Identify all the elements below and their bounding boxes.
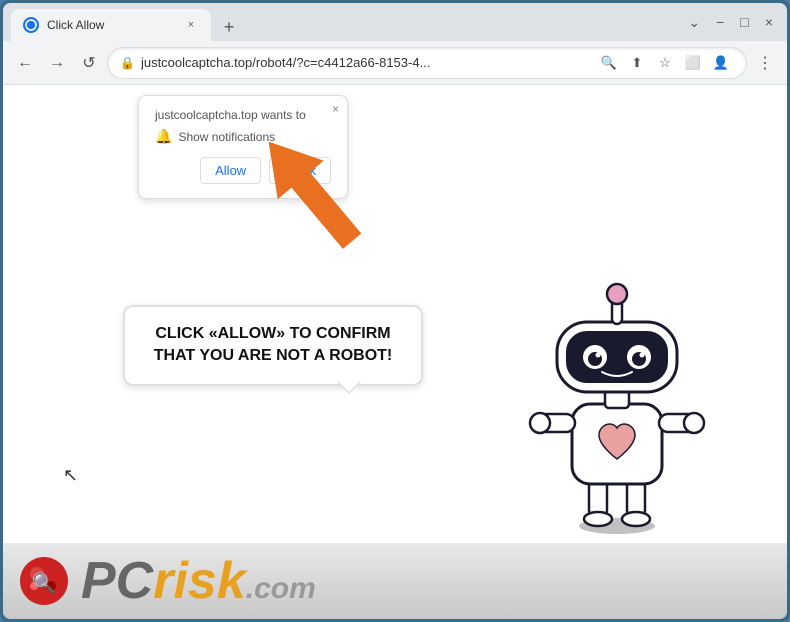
- more-options-button[interactable]: ⋮: [751, 49, 779, 77]
- tab-title: Click Allow: [47, 18, 175, 32]
- window-controls: ⌄ − □ ×: [682, 12, 779, 33]
- browser-window: Click Allow × + ⌄ − □ × ← → ↺ 🔒 justcool…: [3, 3, 787, 619]
- robot-illustration: [527, 274, 707, 539]
- lock-icon: 🔒: [120, 56, 135, 70]
- active-tab[interactable]: Click Allow ×: [11, 9, 211, 41]
- tab-favicon: [23, 17, 39, 33]
- popup-site-text: justcoolcaptcha.top wants to: [155, 108, 331, 122]
- close-button[interactable]: ×: [759, 12, 779, 32]
- mouse-cursor: ↖: [63, 465, 78, 486]
- pcrisk-dotcom-text: .com: [246, 572, 316, 606]
- tab-close-button[interactable]: ×: [183, 17, 199, 33]
- bookmark-icon[interactable]: ☆: [652, 50, 678, 76]
- search-icon[interactable]: 🔍: [596, 50, 622, 76]
- back-button[interactable]: ←: [11, 49, 39, 77]
- forward-button[interactable]: →: [43, 49, 71, 77]
- notification-popup: × justcoolcaptcha.top wants to 🔔 Show no…: [138, 95, 348, 199]
- pcrisk-bar: 🔍 PC risk .com: [3, 543, 787, 619]
- popup-close-button[interactable]: ×: [332, 102, 339, 116]
- chevron-down-icon[interactable]: ⌄: [682, 12, 706, 33]
- speech-bubble: CLICK «ALLOW» TO CONFIRM THAT YOU ARE NO…: [123, 305, 423, 386]
- pcrisk-pc-text: PC: [81, 555, 153, 607]
- popup-bell-row: 🔔 Show notifications: [155, 128, 331, 145]
- profile-icon[interactable]: 👤: [708, 50, 734, 76]
- pcrisk-risk-text: risk: [153, 555, 246, 607]
- block-button[interactable]: Block: [269, 157, 331, 184]
- pcrisk-logo-text: PC risk .com: [81, 555, 316, 607]
- refresh-button[interactable]: ↺: [75, 49, 103, 77]
- speech-bubble-text: CLICK «ALLOW» TO CONFIRM THAT YOU ARE NO…: [145, 323, 401, 368]
- split-screen-icon[interactable]: ⬜: [680, 50, 706, 76]
- share-icon[interactable]: ⬆: [624, 50, 650, 76]
- notification-label: Show notifications: [178, 130, 275, 144]
- url-text: justcoolcaptcha.top/robot4/?c=c4412a66-8…: [141, 55, 590, 70]
- robot-svg: [527, 274, 707, 534]
- allow-button[interactable]: Allow: [200, 157, 261, 184]
- pcrisk-icon: 🔍: [19, 556, 69, 606]
- address-bar[interactable]: 🔒 justcoolcaptcha.top/robot4/?c=c4412a66…: [107, 47, 747, 79]
- restore-button[interactable]: □: [734, 12, 754, 32]
- address-bar-row: ← → ↺ 🔒 justcoolcaptcha.top/robot4/?c=c4…: [3, 41, 787, 85]
- minimize-button[interactable]: −: [710, 12, 730, 32]
- tab-area: Click Allow × +: [11, 3, 670, 41]
- title-bar: Click Allow × + ⌄ − □ ×: [3, 3, 787, 41]
- page-content: × justcoolcaptcha.top wants to 🔔 Show no…: [3, 85, 787, 619]
- bell-icon: 🔔: [155, 128, 172, 145]
- address-icons: 🔍 ⬆ ☆ ⬜ 👤: [596, 50, 734, 76]
- popup-buttons: Allow Block: [155, 157, 331, 184]
- new-tab-button[interactable]: +: [215, 13, 243, 41]
- svg-text:🔍: 🔍: [32, 570, 57, 595]
